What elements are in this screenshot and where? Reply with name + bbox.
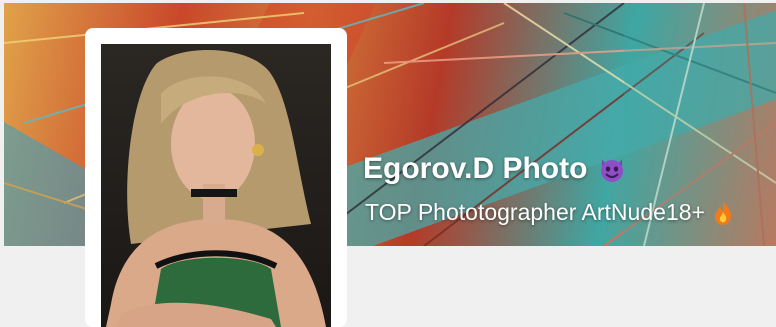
avatar-portrait	[106, 50, 326, 327]
profile-tagline: TOP Phototographer ArtNude18+	[365, 199, 733, 226]
profile-name: Egorov.D Photo	[363, 152, 627, 186]
profile-name-text: Egorov.D Photo	[363, 152, 588, 185]
profile-avatar-frame[interactable]	[85, 28, 347, 327]
profile-avatar[interactable]	[101, 44, 331, 327]
devil-face-icon	[597, 154, 627, 184]
profile-tagline-text: TOP Phototographer ArtNude18+	[365, 199, 705, 225]
fire-icon	[713, 200, 733, 226]
